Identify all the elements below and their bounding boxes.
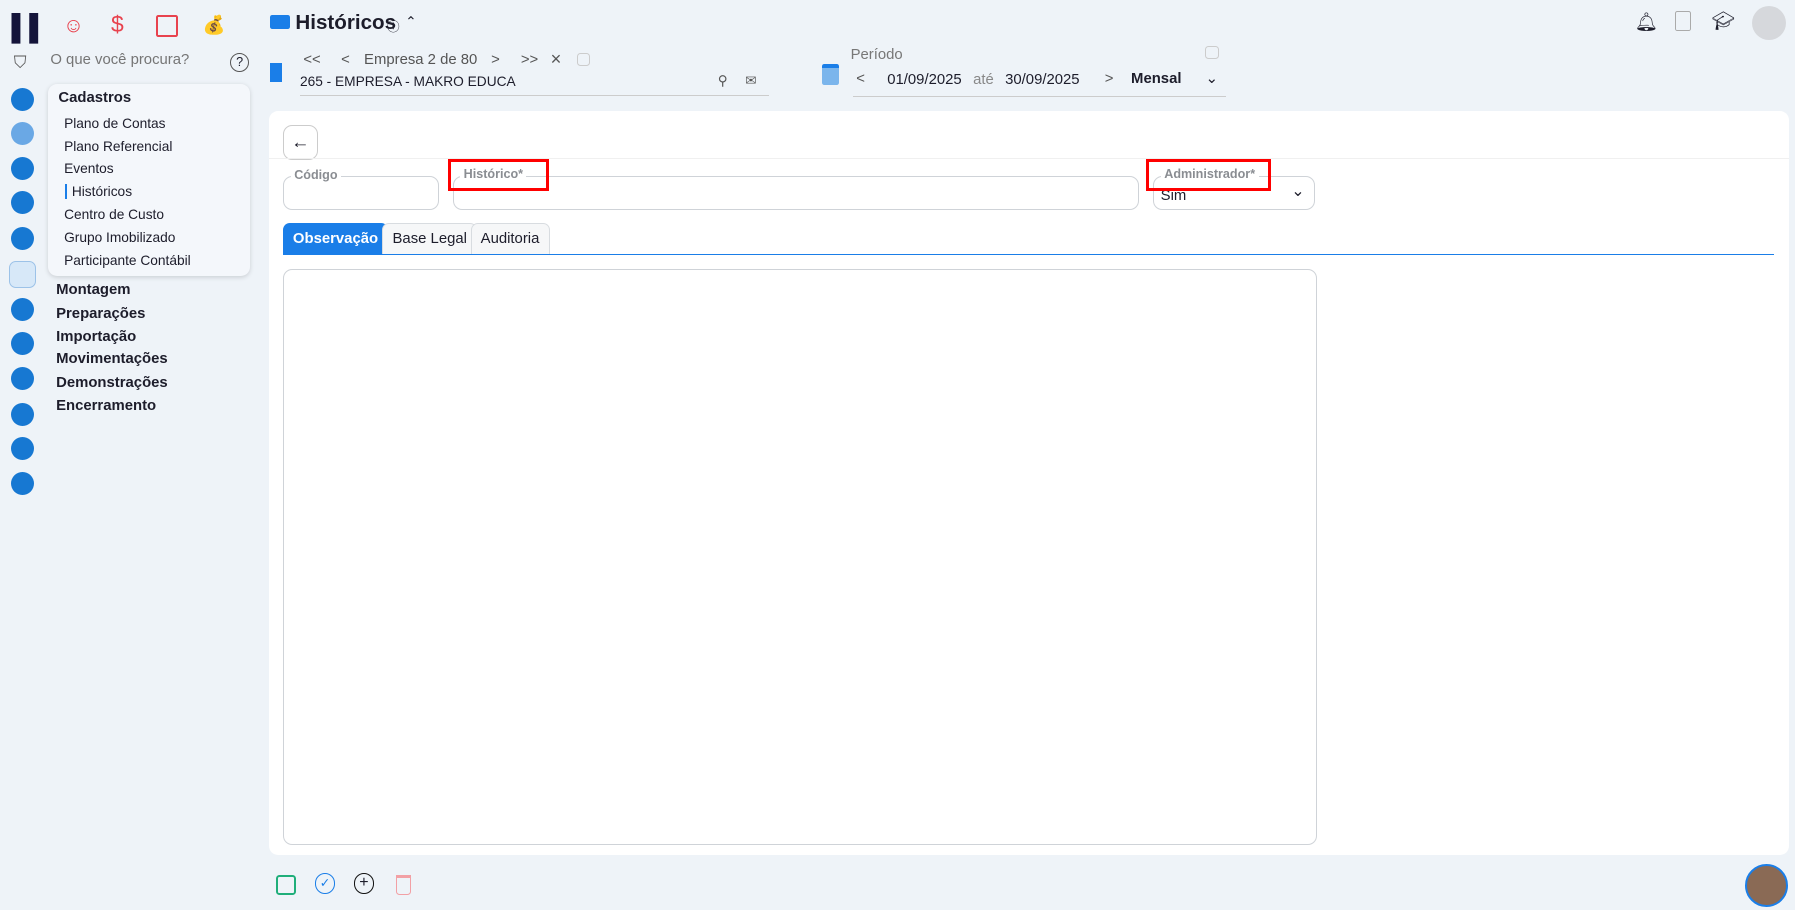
codigo-label: Código [290, 168, 341, 183]
trash-icon[interactable] [396, 874, 411, 895]
save-icon[interactable] [275, 874, 296, 895]
page-title: Históricos [295, 11, 397, 35]
section-movimentacoes[interactable]: Movimentações [56, 351, 168, 367]
graduation-cap-icon[interactable]: 🎓︎ [1711, 10, 1734, 32]
prev-period-button[interactable]: < [856, 71, 865, 87]
historico-highlight [447, 159, 549, 192]
clock-icon[interactable] [11, 156, 35, 180]
check-circle-icon[interactable]: ✓ [314, 873, 336, 894]
chevron-down-icon[interactable]: ⌄ [1205, 69, 1217, 87]
filter-icon[interactable]: ⛉ [14, 52, 27, 73]
tool-icon[interactable] [11, 297, 35, 321]
building-icon [270, 62, 282, 83]
period-start[interactable]: 01/09/2025 [887, 72, 961, 88]
tab-observacao[interactable]: Observação [282, 223, 389, 256]
users-icon[interactable] [11, 191, 35, 215]
bell-icon[interactable]: 🔔︎ [1635, 11, 1658, 33]
tabs-underline [282, 254, 1775, 256]
network-icon[interactable] [11, 331, 35, 355]
handshake-icon[interactable] [11, 122, 35, 146]
menu-item-historicos[interactable]: Históricos [65, 184, 132, 200]
money-bag-icon[interactable]: 💰 [203, 14, 226, 36]
dollar-icon[interactable] [11, 226, 35, 250]
bag-icon[interactable] [11, 367, 35, 391]
section-montagem[interactable]: Montagem [56, 282, 130, 298]
back-button[interactable]: ← [282, 124, 318, 160]
period-end[interactable]: 30/09/2025 [1005, 72, 1079, 88]
menu-item-eventos[interactable]: Eventos [64, 161, 114, 176]
next-period-button[interactable]: > [1105, 71, 1114, 87]
cadastros-menu: Cadastros Plano de Contas Plano Referenc… [48, 83, 250, 276]
assistant-avatar[interactable] [1744, 864, 1788, 908]
period-mode[interactable]: Mensal [1131, 71, 1181, 87]
logo[interactable]: ▌▌ [11, 14, 47, 43]
search-icon[interactable] [11, 437, 35, 461]
observacao-textarea[interactable] [282, 269, 1318, 845]
company-counter: Empresa 2 de 80 [364, 51, 478, 68]
info-icon[interactable]: ⓘ [387, 16, 400, 35]
help-icon[interactable]: ? [230, 52, 250, 72]
menu-item-grupo-imobilizado[interactable]: Grupo Imobilizado [64, 230, 175, 245]
mail-icon[interactable]: ✉ [745, 73, 757, 89]
finance-module-icon[interactable]: $ [111, 11, 124, 38]
user-settings-icon[interactable] [11, 88, 35, 112]
prev-company-button[interactable]: < [341, 52, 350, 68]
close-company-button[interactable]: × [551, 48, 562, 70]
next-company-button[interactable]: > [491, 52, 500, 68]
home-icon[interactable] [11, 471, 35, 495]
menu-item-plano-referencial[interactable]: Plano Referencial [64, 139, 172, 154]
monitor-icon [270, 14, 290, 29]
tab-base-legal[interactable]: Base Legal [382, 223, 478, 256]
menu-section-title[interactable]: Cadastros [58, 90, 131, 106]
company-name[interactable]: 265 - EMPRESA - MAKRO EDUCA [299, 74, 770, 97]
menu-item-participante-contabil[interactable]: Participante Contábil [64, 253, 191, 268]
administrador-highlight [1145, 159, 1271, 192]
calendar-icon [821, 64, 840, 86]
section-importacao[interactable]: Importação [56, 329, 136, 345]
user-avatar[interactable] [1751, 5, 1786, 41]
first-company-button[interactable]: << [303, 52, 320, 68]
section-preparacoes[interactable]: Preparações [56, 306, 145, 322]
people-module-icon[interactable]: ☺ [63, 14, 84, 38]
chevron-up-icon[interactable]: ⌃ [405, 14, 417, 30]
accounting-module-icon[interactable] [155, 14, 178, 38]
calculator-icon[interactable] [9, 261, 37, 289]
section-demonstracoes[interactable]: Demonstrações [56, 375, 168, 391]
company-checkbox[interactable] [576, 52, 591, 67]
section-encerramento[interactable]: Encerramento [56, 398, 156, 414]
historico-field[interactable] [453, 176, 1139, 211]
add-circle-icon[interactable]: + [353, 873, 375, 894]
period-checkbox[interactable] [1205, 45, 1219, 60]
search-company-icon[interactable]: ⚲ [718, 73, 728, 89]
layers-icon[interactable] [11, 402, 35, 426]
search-input[interactable] [48, 50, 225, 69]
period-between: até [973, 72, 994, 89]
document-search-icon[interactable] [1674, 11, 1691, 31]
tab-auditoria[interactable]: Auditoria [470, 223, 550, 256]
last-company-button[interactable]: >> [521, 52, 538, 68]
period-label: Período [850, 46, 903, 63]
menu-item-plano-de-contas[interactable]: Plano de Contas [64, 116, 165, 131]
chevron-down-icon: ⌄ [1291, 181, 1305, 200]
period-bar: < 01/09/2025 até 30/09/2025 > Mensal ⌄ [852, 69, 1227, 98]
menu-item-centro-de-custo[interactable]: Centro de Custo [64, 207, 164, 222]
